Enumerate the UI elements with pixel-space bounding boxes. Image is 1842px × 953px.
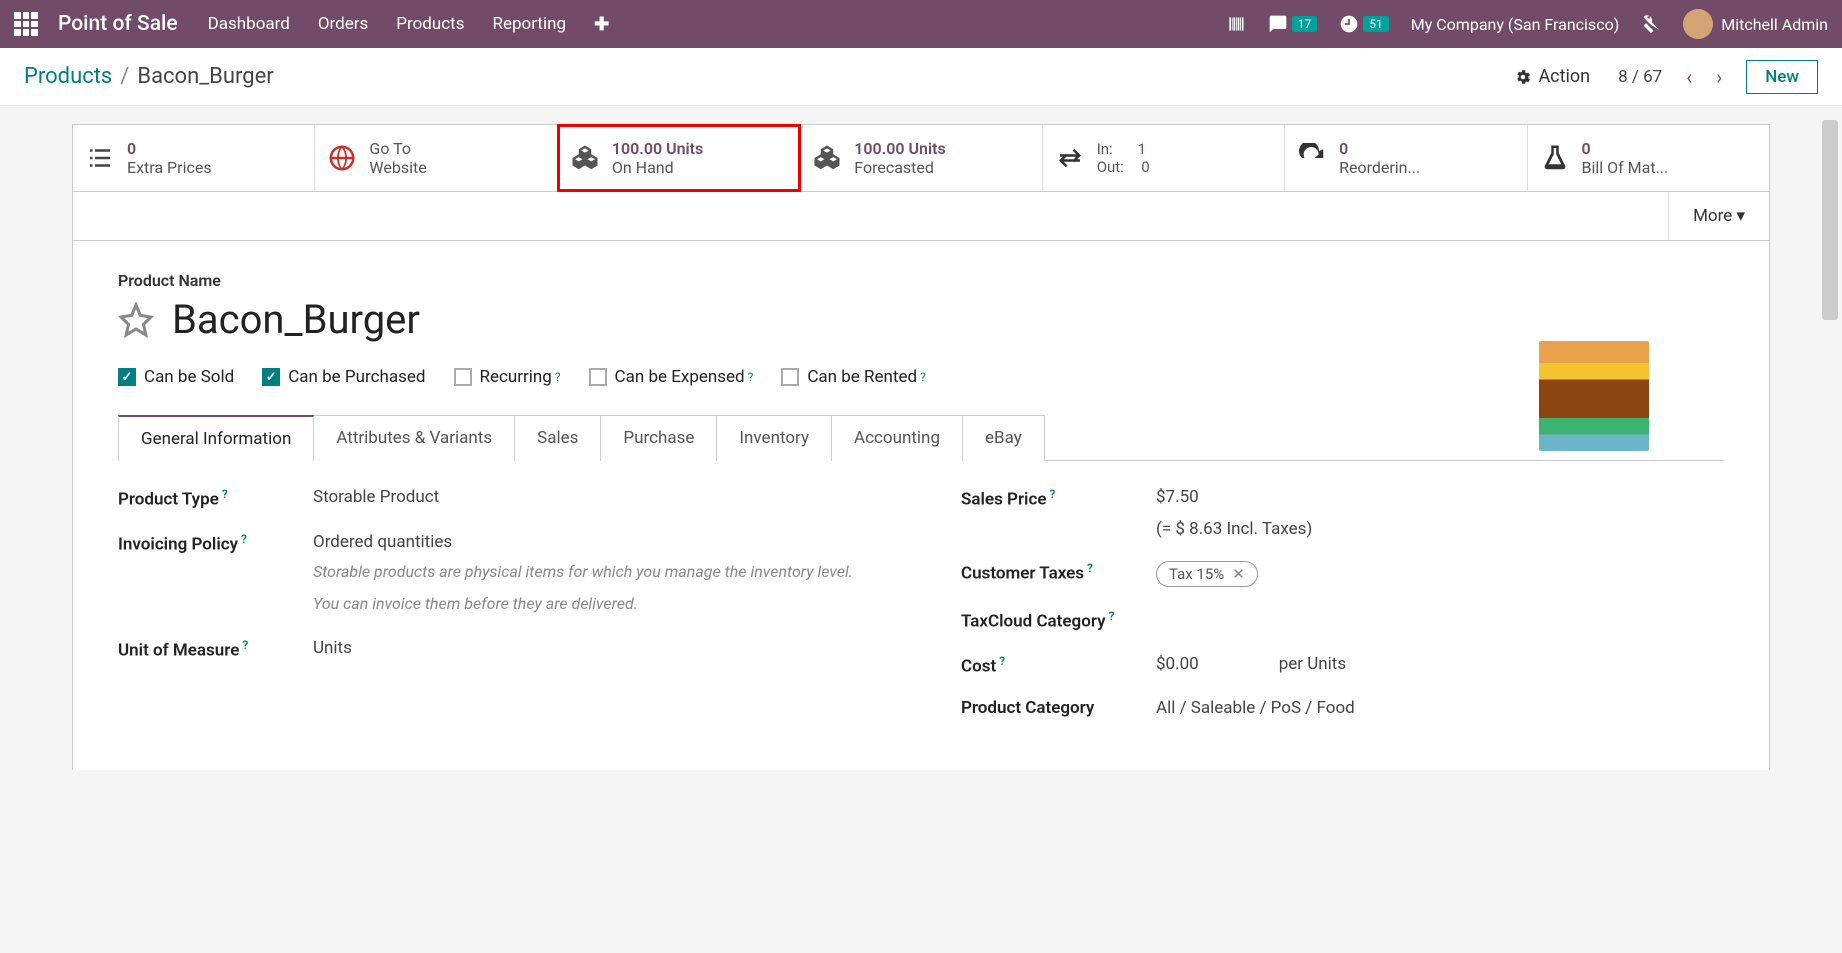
scrollbar[interactable] bbox=[1822, 120, 1838, 320]
tab-sales[interactable]: Sales bbox=[514, 415, 601, 461]
barcode-icon[interactable] bbox=[1226, 14, 1246, 34]
help-icon[interactable]: ? bbox=[920, 370, 926, 384]
flask-icon bbox=[1540, 143, 1570, 173]
pager-prev[interactable]: ‹ bbox=[1674, 57, 1704, 97]
help-icon[interactable]: ? bbox=[242, 638, 248, 652]
help-icon[interactable]: ? bbox=[555, 370, 561, 384]
help-icon[interactable]: ? bbox=[999, 654, 1005, 668]
nav-dashboard[interactable]: Dashboard bbox=[208, 14, 290, 34]
field-sales-price[interactable]: $7.50 (= $ 8.63 Incl. Taxes) bbox=[1156, 487, 1724, 539]
breadcrumb-bar: Products / Bacon_Burger Action 8 / 67 ‹ … bbox=[0, 48, 1842, 106]
breadcrumb-current: Bacon_Burger bbox=[137, 64, 273, 89]
smart-bom[interactable]: 0Bill Of Mat... bbox=[1528, 125, 1769, 191]
company-switcher[interactable]: My Company (San Francisco) bbox=[1411, 15, 1620, 34]
activities-badge: 51 bbox=[1363, 16, 1389, 32]
refresh-icon bbox=[1297, 143, 1327, 173]
boxes-icon bbox=[812, 143, 842, 173]
globe-icon bbox=[327, 143, 357, 173]
product-image[interactable] bbox=[1539, 341, 1649, 451]
smart-on-hand[interactable]: 100.00 UnitsOn Hand bbox=[558, 125, 800, 191]
favorite-star-icon[interactable] bbox=[118, 302, 154, 338]
nav-products[interactable]: Products bbox=[396, 14, 464, 34]
check-can-be-purchased[interactable]: Can be Purchased bbox=[262, 367, 425, 387]
help-icon[interactable]: ? bbox=[748, 370, 754, 384]
smart-extra-prices[interactable]: 0Extra Prices bbox=[73, 125, 315, 191]
smart-buttons: 0Extra Prices Go ToWebsite 100.00 UnitsO… bbox=[72, 124, 1770, 192]
check-can-be-expensed[interactable]: Can be Expensed? bbox=[589, 367, 754, 387]
tools-icon[interactable] bbox=[1641, 14, 1661, 34]
breadcrumb-sep: / bbox=[120, 64, 129, 89]
nav-orders[interactable]: Orders bbox=[318, 14, 368, 34]
messages-badge: 17 bbox=[1292, 16, 1318, 32]
gear-icon bbox=[1514, 68, 1532, 86]
help-icon[interactable]: ? bbox=[241, 532, 247, 546]
list-icon bbox=[85, 143, 115, 173]
smart-more[interactable]: More ▾ bbox=[1668, 192, 1769, 240]
smart-website[interactable]: Go ToWebsite bbox=[315, 125, 557, 191]
tab-attributes[interactable]: Attributes & Variants bbox=[313, 415, 515, 461]
tax-tag[interactable]: Tax 15%✕ bbox=[1156, 561, 1258, 587]
new-button[interactable]: New bbox=[1746, 60, 1818, 94]
messages-icon[interactable]: 17 bbox=[1268, 14, 1318, 34]
apps-icon[interactable] bbox=[14, 12, 38, 36]
check-recurring[interactable]: Recurring? bbox=[454, 367, 561, 387]
smart-in-out[interactable]: In: 1 Out: 0 bbox=[1043, 125, 1285, 191]
remove-tag-icon[interactable]: ✕ bbox=[1232, 565, 1245, 583]
nav-reporting[interactable]: Reporting bbox=[493, 14, 567, 34]
product-name-label: Product Name bbox=[118, 271, 1724, 290]
product-form: Product Name Bacon_Burger Can be Sold Ca… bbox=[72, 241, 1770, 770]
field-invoicing-policy[interactable]: Ordered quantities Storable products are… bbox=[313, 532, 881, 616]
boxes-icon bbox=[570, 143, 600, 173]
tab-general[interactable]: General Information bbox=[118, 415, 314, 461]
help-icon[interactable]: ? bbox=[1087, 561, 1093, 575]
field-product-type[interactable]: Storable Product bbox=[313, 487, 881, 507]
tab-ebay[interactable]: eBay bbox=[962, 415, 1045, 461]
help-icon[interactable]: ? bbox=[1050, 487, 1056, 501]
smart-forecasted[interactable]: 100.00 UnitsForecasted bbox=[800, 125, 1042, 191]
check-can-be-sold[interactable]: Can be Sold bbox=[118, 367, 234, 387]
nav-add-icon[interactable]: ✚ bbox=[594, 14, 609, 35]
field-cost[interactable]: $0.00per Units bbox=[1156, 654, 1724, 674]
top-navbar: Point of Sale Dashboard Orders Products … bbox=[0, 0, 1842, 48]
help-icon[interactable]: ? bbox=[222, 487, 228, 501]
field-customer-taxes[interactable]: Tax 15%✕ bbox=[1156, 561, 1724, 587]
tab-accounting[interactable]: Accounting bbox=[831, 415, 963, 461]
tab-inventory[interactable]: Inventory bbox=[716, 415, 832, 461]
pager-next[interactable]: › bbox=[1704, 57, 1734, 97]
transfer-icon bbox=[1055, 143, 1085, 173]
field-uom[interactable]: Units bbox=[313, 638, 881, 658]
breadcrumb-parent[interactable]: Products bbox=[24, 64, 112, 89]
product-name-value[interactable]: Bacon_Burger bbox=[172, 296, 420, 343]
app-title[interactable]: Point of Sale bbox=[58, 12, 178, 36]
field-product-category[interactable]: All / Saleable / PoS / Food bbox=[1156, 698, 1724, 718]
avatar bbox=[1683, 9, 1713, 39]
check-can-be-rented[interactable]: Can be Rented? bbox=[781, 367, 925, 387]
user-menu[interactable]: Mitchell Admin bbox=[1683, 9, 1828, 39]
help-icon[interactable]: ? bbox=[1109, 609, 1115, 623]
tab-purchase[interactable]: Purchase bbox=[600, 415, 717, 461]
pager-text: 8 / 67 bbox=[1618, 67, 1662, 87]
action-menu[interactable]: Action bbox=[1514, 66, 1590, 87]
smart-reordering[interactable]: 0Reorderin... bbox=[1285, 125, 1527, 191]
activities-icon[interactable]: 51 bbox=[1339, 14, 1389, 34]
